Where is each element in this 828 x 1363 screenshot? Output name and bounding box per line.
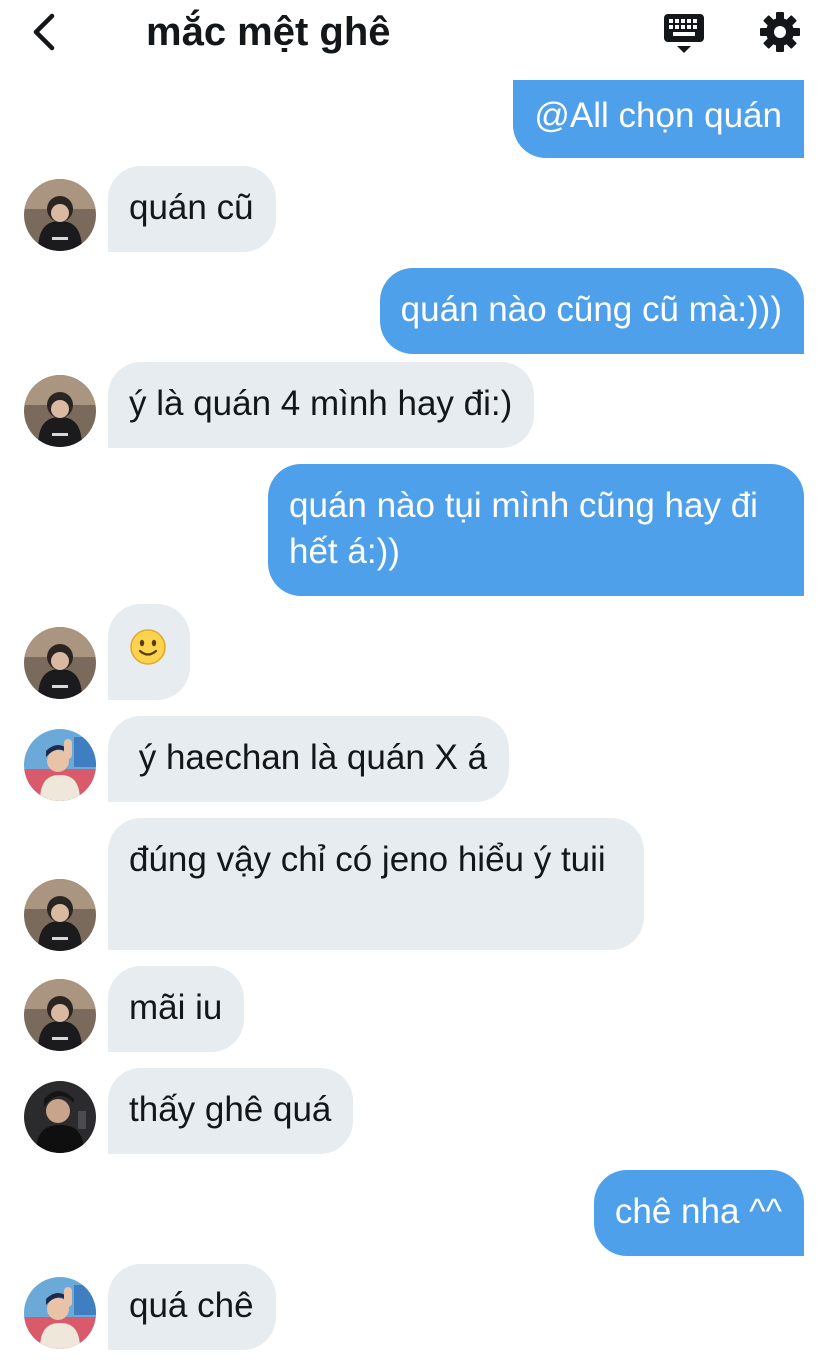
- gear-icon: [760, 12, 800, 52]
- outgoing-message-bubble[interactable]: chê nha ^^: [593, 1170, 804, 1256]
- outgoing-message-bubble[interactable]: quán nào tụi mình cũng hay đi hết á:)): [268, 464, 804, 596]
- avatar-image: [24, 729, 96, 801]
- avatar-image: [24, 1081, 96, 1153]
- message-text: đúng vậy chỉ có jeno hiểu ý tuii: [129, 840, 606, 879]
- message-text: thấy ghê quá: [129, 1090, 332, 1129]
- message-text: quá chê: [129, 1286, 254, 1325]
- message-text: quán nào cũng cũ mà:))): [400, 290, 782, 329]
- chevron-left-icon: [33, 13, 55, 51]
- avatar[interactable]: [24, 979, 96, 1051]
- incoming-message-bubble[interactable]: mãi iu: [108, 966, 245, 1052]
- avatar-image: [24, 1277, 96, 1349]
- avatar-image: [24, 375, 96, 447]
- avatar[interactable]: [24, 879, 96, 951]
- incoming-message-bubble[interactable]: thấy ghê quá: [108, 1068, 354, 1154]
- incoming-message-bubble[interactable]: quán cũ: [108, 166, 276, 252]
- settings-button[interactable]: [758, 10, 802, 54]
- message-text: ý là quán 4 mình hay đi:): [129, 384, 513, 423]
- avatar-image: [24, 179, 96, 251]
- back-button[interactable]: [26, 10, 66, 54]
- message-text: quán cũ: [129, 188, 254, 227]
- avatar-image: [24, 627, 96, 699]
- incoming-message-bubble[interactable]: 🙂: [108, 604, 190, 700]
- message-text: mãi iu: [129, 988, 223, 1027]
- incoming-message-bubble[interactable]: ý haechan là quán X á: [108, 716, 510, 802]
- outgoing-message-bubble[interactable]: quán nào cũng cũ mà:))): [379, 268, 804, 354]
- avatar[interactable]: [24, 627, 96, 699]
- avatar[interactable]: [24, 1081, 96, 1153]
- message-text: quán nào tụi mình cũng hay đi hết á:)): [289, 486, 758, 571]
- avatar[interactable]: [24, 179, 96, 251]
- avatar[interactable]: [24, 1277, 96, 1349]
- keyboard-icon: [664, 14, 704, 53]
- slightly-smiling-face-icon: [130, 629, 166, 665]
- avatar[interactable]: [24, 375, 96, 447]
- avatar-image: [24, 979, 96, 1051]
- avatar-image: [24, 879, 96, 951]
- conversation-header: mắc mệt ghê: [0, 0, 828, 70]
- conversation-title: mắc mệt ghê: [146, 10, 391, 54]
- incoming-message-bubble[interactable]: đúng vậy chỉ có jeno hiểu ý tuii: [108, 818, 644, 950]
- incoming-message-bubble[interactable]: quá chê: [108, 1264, 276, 1350]
- keyboard-button[interactable]: [662, 12, 706, 56]
- message-text: chê nha ^^: [614, 1192, 782, 1231]
- message-text: ý haechan là quán X á: [129, 738, 488, 777]
- incoming-message-bubble[interactable]: ý là quán 4 mình hay đi:): [108, 362, 535, 448]
- outgoing-message-bubble[interactable]: @All chọn quán: [513, 80, 804, 158]
- avatar[interactable]: [24, 729, 96, 801]
- message-text: @All chọn quán: [534, 96, 782, 135]
